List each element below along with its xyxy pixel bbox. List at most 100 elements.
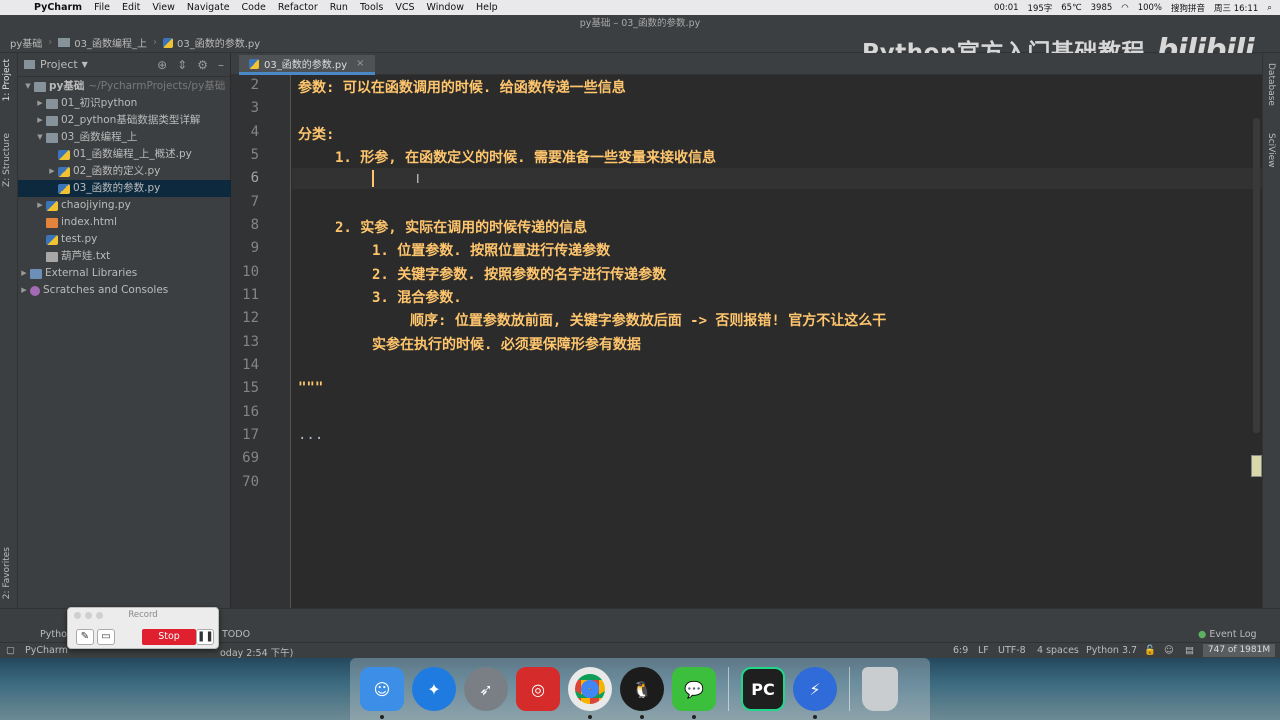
record-timer[interactable]: 00:01 <box>994 3 1019 13</box>
tab-current-file[interactable]: 03_函数的参数.py × <box>239 55 375 75</box>
chrome-icon[interactable] <box>568 667 612 719</box>
netease-music-icon[interactable]: ◎ <box>516 667 560 711</box>
notification-icon[interactable]: ▤ <box>1185 645 1194 656</box>
tab-event-log[interactable]: ● Event Log <box>1198 629 1257 640</box>
record-title: Record <box>128 610 158 620</box>
tree-item-label: 葫芦娃.txt <box>61 250 111 262</box>
qq-icon[interactable]: 🐧 <box>620 667 664 719</box>
folded-code-ellipsis[interactable]: ... <box>298 427 323 443</box>
breadcrumb-folder[interactable]: 03_函数编程_上 <box>74 35 147 50</box>
tab-project[interactable]: 1: Project <box>2 59 12 101</box>
tree-item-file[interactable]: ▶ chaojiying.py <box>18 197 231 214</box>
menu-clock[interactable]: 周三 16:11 <box>1214 2 1258 14</box>
launchpad-icon[interactable]: ➶ <box>464 667 508 711</box>
chevron-right-icon[interactable]: ▶ <box>34 197 46 214</box>
minimize-icon[interactable]: – <box>218 58 224 72</box>
python-interpreter[interactable]: Python 3.7 <box>1086 645 1137 656</box>
chevron-down-icon[interactable]: ▼ <box>82 60 88 69</box>
indent-setting[interactable]: 4 spaces <box>1037 645 1079 656</box>
chevron-right-icon[interactable]: ▶ <box>46 163 58 180</box>
line-number-gutter: 2 3 4 5 6 7 8 9 10 11 12 13 14 15 16 17 … <box>231 75 291 608</box>
line-number: 15 <box>242 380 259 396</box>
thunder-icon[interactable]: ⚡ <box>793 667 837 719</box>
breadcrumb-project[interactable]: py基础 <box>10 35 42 50</box>
finder-icon[interactable]: ☺ <box>360 667 404 719</box>
status-message: PyCharm <box>25 645 68 656</box>
tree-item-folder[interactable]: ▶ 01_初识python <box>18 95 231 112</box>
chevron-right-icon[interactable]: ▶ <box>34 112 46 129</box>
code-editor[interactable]: 参数: 可以在函数调用的时候. 给函数传递一些信息 分类: 1. 形参, 在函数… <box>292 75 1262 608</box>
code-line: 实参在执行的时候. 必须要保障形参有数据 <box>372 337 641 353</box>
menu-navigate[interactable]: Navigate <box>181 2 236 13</box>
inspector-icon[interactable]: ☺ <box>1164 645 1174 656</box>
spotlight-icon[interactable]: ⌕ <box>1267 3 1272 13</box>
tree-item-project-root[interactable]: ▼ py基础 ~/PycharmProjects/py基础 <box>18 78 231 95</box>
locate-icon[interactable]: ⊕ <box>157 58 167 72</box>
chevron-right-icon[interactable]: ▶ <box>18 282 30 299</box>
tree-item-external-libraries[interactable]: ▶ External Libraries <box>18 265 231 282</box>
menu-run[interactable]: Run <box>324 2 354 13</box>
tab-database[interactable]: Database <box>1266 63 1276 106</box>
chevron-down-icon[interactable]: ▼ <box>22 78 34 95</box>
wechat-icon[interactable]: 💬 <box>672 667 716 719</box>
tree-item-file[interactable]: ▶ 02_函数的定义.py <box>18 163 231 180</box>
menu-code[interactable]: Code <box>236 2 272 13</box>
tree-item-folder[interactable]: ▶ 02_python基础数据类型详解 <box>18 112 231 129</box>
close-icon[interactable]: × <box>356 58 364 69</box>
input-method[interactable]: 搜狗拼音 <box>1171 2 1205 14</box>
menu-refactor[interactable]: Refactor <box>272 2 324 13</box>
scrollbar-thumb[interactable] <box>1251 455 1262 477</box>
menu-edit[interactable]: Edit <box>116 2 146 13</box>
menu-vcs[interactable]: VCS <box>389 2 420 13</box>
gear-icon[interactable]: ⚙ <box>197 58 208 72</box>
stop-button[interactable]: Stop <box>142 629 196 645</box>
menu-app-name[interactable]: PyCharm <box>28 2 88 13</box>
panel-toggle-icon[interactable]: ▢ <box>6 645 15 656</box>
cursor-position[interactable]: 6:9 <box>953 645 968 656</box>
code-line: 2. 实参, 实际在调用的时候传递的信息 <box>335 220 588 236</box>
folder-icon <box>46 98 58 109</box>
menu-tools[interactable]: Tools <box>354 2 389 13</box>
fan-speed[interactable]: 3985 <box>1091 3 1113 13</box>
tree-item-folder[interactable]: ▼ 03_函数编程_上 <box>18 129 231 146</box>
pen-icon[interactable]: ✎ <box>76 629 94 645</box>
pycharm-icon[interactable]: PC <box>741 667 785 711</box>
dock-separator <box>849 667 850 711</box>
code-line: """ <box>298 380 324 396</box>
menu-file[interactable]: File <box>88 2 116 13</box>
tree-item-file[interactable]: test.py <box>18 231 231 248</box>
tree-item-file[interactable]: 葫芦娃.txt <box>18 248 231 265</box>
chevron-right-icon[interactable]: ▶ <box>34 95 46 112</box>
chevron-down-icon[interactable]: ▼ <box>34 129 46 146</box>
region-icon[interactable]: ▭ <box>97 629 115 645</box>
tab-python-console[interactable]: Pytho <box>40 629 67 640</box>
menu-help[interactable]: Help <box>470 2 504 13</box>
line-separator[interactable]: LF <box>978 645 989 656</box>
tree-item-file[interactable]: 01_函数编程_上_概述.py <box>18 146 231 163</box>
trash-icon[interactable] <box>862 667 898 711</box>
battery-label[interactable]: 195字 <box>1028 2 1053 14</box>
vertical-scrollbar[interactable] <box>1253 118 1260 433</box>
project-panel-title[interactable]: Project <box>40 58 78 71</box>
menu-window[interactable]: Window <box>421 2 470 13</box>
collapse-icon[interactable]: ⇕ <box>177 58 187 72</box>
chevron-right-icon[interactable]: ▶ <box>18 265 30 282</box>
memory-indicator[interactable]: 747 of 1981M <box>1203 644 1275 657</box>
cpu-temp[interactable]: 65℃ <box>1061 3 1081 13</box>
tab-sciview[interactable]: SciView <box>1266 133 1276 168</box>
menu-view[interactable]: View <box>146 2 181 13</box>
tree-item-scratches[interactable]: ▶ Scratches and Consoles <box>18 282 231 299</box>
pause-icon[interactable]: ❚❚ <box>196 629 214 645</box>
line-number: 13 <box>242 334 259 350</box>
tab-structure[interactable]: Z: Structure <box>2 133 12 187</box>
file-encoding[interactable]: UTF-8 <box>998 645 1026 656</box>
lock-icon[interactable]: 🔓 <box>1144 645 1156 656</box>
tab-todo[interactable]: TODO <box>222 629 250 640</box>
breadcrumb-file[interactable]: 03_函数的参数.py <box>177 35 260 50</box>
safari-icon[interactable]: ✦ <box>412 667 456 711</box>
tree-item-file-selected[interactable]: 03_函数的参数.py <box>18 180 231 197</box>
tab-favorites[interactable]: 2: Favorites <box>2 547 12 599</box>
battery-percent[interactable]: 100% <box>1138 3 1162 13</box>
wifi-icon[interactable]: ◠ <box>1121 3 1128 13</box>
tree-item-file[interactable]: index.html <box>18 214 231 231</box>
